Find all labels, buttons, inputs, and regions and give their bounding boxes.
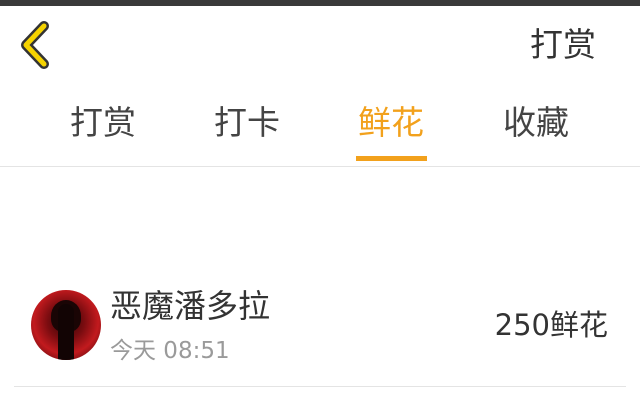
active-tab-indicator [356,156,427,161]
avatar-figure [58,304,74,360]
timestamp: 今天 08:51 [110,338,230,364]
avatar[interactable] [31,290,101,360]
header: 打赏 [0,6,640,86]
flower-amount: 250鲜花 [494,308,608,342]
back-button[interactable] [14,20,58,70]
reward-action-button[interactable]: 打赏 [530,24,596,66]
tab-bar: 打赏 打卡 鲜花 收藏 [0,96,640,162]
tab-divider [0,166,640,167]
tab-checkin[interactable]: 打卡 [192,102,302,144]
chevron-left-icon [21,21,49,69]
user-name: 恶魔潘多拉 [110,287,271,325]
row-divider [14,386,626,387]
list-item[interactable]: 恶魔潘多拉 今天 08:51 250鲜花 [0,280,640,387]
tab-flowers[interactable]: 鲜花 [336,102,446,144]
tab-reward[interactable]: 打赏 [48,102,158,144]
tab-favorites[interactable]: 收藏 [481,102,591,144]
